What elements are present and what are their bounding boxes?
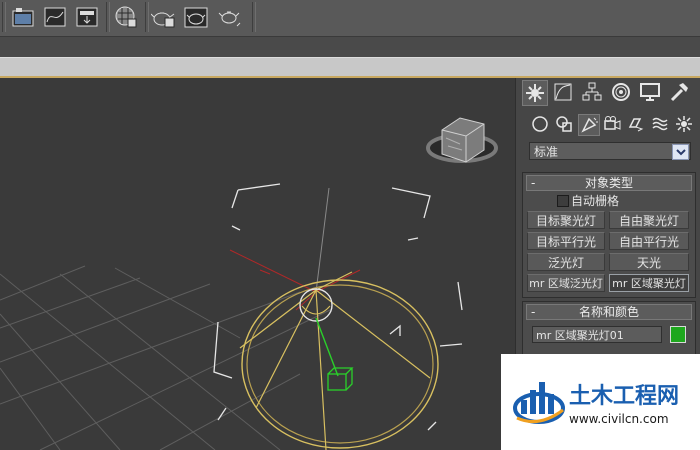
shapes-category-icon[interactable] xyxy=(554,114,574,134)
collapse-icon: - xyxy=(531,176,536,190)
teapot-render-iterative-icon[interactable] xyxy=(216,4,242,30)
hierarchy-tab-icon[interactable] xyxy=(580,80,604,104)
viewport-scene xyxy=(0,117,498,450)
watermark-url: www.civilcn.com xyxy=(569,412,669,426)
toolbar-separator xyxy=(145,2,149,32)
ribbon-bar xyxy=(0,57,700,78)
watermark: 土木工程网 www.civilcn.com xyxy=(501,354,700,450)
watermark-logo-icon xyxy=(513,382,565,424)
watermark-title: 土木工程网 xyxy=(569,384,680,409)
object-type-rollout: - 对象类型 自动栅格 目标聚光灯 自由聚光灯 目标平行光 自由平行光 泛光灯 … xyxy=(522,172,696,298)
main-toolbar xyxy=(0,0,700,37)
render-setup-icon[interactable] xyxy=(10,4,36,30)
curve-editor-icon[interactable] xyxy=(42,4,68,30)
object-color-swatch[interactable] xyxy=(670,326,686,343)
free-spot-button[interactable]: 自由聚光灯 xyxy=(609,211,689,229)
modify-tab-icon[interactable] xyxy=(551,80,575,104)
collapse-icon: - xyxy=(531,305,536,319)
material-editor-icon[interactable] xyxy=(113,4,139,30)
render-frame-icon[interactable] xyxy=(74,4,100,30)
spotlight-cone xyxy=(239,271,439,450)
name-color-title: 名称和颜色 xyxy=(578,305,639,319)
space-warps-category-icon[interactable] xyxy=(650,114,670,134)
name-color-header[interactable]: - 名称和颜色 xyxy=(526,304,692,320)
utilities-tab-icon[interactable] xyxy=(667,80,691,104)
cameras-category-icon[interactable] xyxy=(602,114,622,134)
systems-category-icon[interactable] xyxy=(674,114,694,134)
home-grid xyxy=(0,265,331,450)
teapot-render-icon[interactable] xyxy=(150,4,176,30)
mr-area-spot-button[interactable]: mr 区域聚光灯 xyxy=(609,274,689,292)
motion-tab-icon[interactable] xyxy=(609,80,633,104)
viewcube[interactable] xyxy=(426,117,498,163)
target-direct-button[interactable]: 目标平行光 xyxy=(527,232,605,250)
omni-button[interactable]: 泛光灯 xyxy=(527,253,605,271)
create-tab-icon[interactable] xyxy=(522,80,548,106)
chevron-down-icon[interactable] xyxy=(672,144,689,160)
light-source-ring xyxy=(301,305,331,315)
toolbar-separator xyxy=(2,2,6,32)
target-spot-button[interactable]: 目标聚光灯 xyxy=(527,211,605,229)
toolbar-strip xyxy=(0,37,700,57)
dropdown-value: 标准 xyxy=(534,145,559,159)
teapot-render-production-icon[interactable] xyxy=(183,4,209,30)
object-type-header[interactable]: - 对象类型 xyxy=(526,175,692,191)
geometry-category-icon[interactable] xyxy=(530,114,550,134)
light-target-icon[interactable] xyxy=(327,367,354,391)
lights-category-icon[interactable] xyxy=(578,114,600,136)
object-name-field[interactable]: mr 区域聚光灯01 xyxy=(532,326,662,343)
auto-grid-label: 自动栅格 xyxy=(571,194,620,208)
mr-area-omni-button[interactable]: mr 区域泛光灯 xyxy=(527,274,605,292)
category-dropdown[interactable]: 标准 xyxy=(529,142,691,160)
auto-grid-checkbox[interactable] xyxy=(557,195,569,207)
helpers-category-icon[interactable] xyxy=(626,114,646,134)
toolbar-separator xyxy=(252,2,256,32)
skylight-button[interactable]: 天光 xyxy=(609,253,689,271)
display-tab-icon[interactable] xyxy=(638,80,662,104)
free-direct-button[interactable]: 自由平行光 xyxy=(609,232,689,250)
z-axis-line xyxy=(315,187,330,293)
perspective-viewport[interactable] xyxy=(0,78,515,450)
toolbar-separator xyxy=(106,2,110,32)
object-type-title: 对象类型 xyxy=(584,176,633,190)
